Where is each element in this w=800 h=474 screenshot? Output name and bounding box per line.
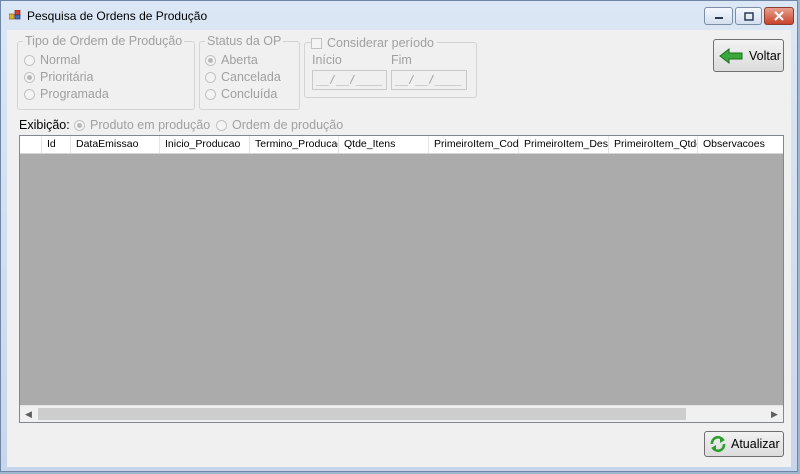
voltar-button[interactable]: Voltar xyxy=(713,39,784,72)
radio-cancelada-label: Cancelada xyxy=(221,70,281,84)
fim-label: Fim xyxy=(391,53,412,67)
minimize-icon xyxy=(714,17,723,19)
radio-checked-icon xyxy=(24,71,35,83)
radio-aberta[interactable]: Aberta xyxy=(205,53,258,67)
row-header-corner xyxy=(20,136,42,153)
radio-produto-em-producao[interactable]: Produto em produção xyxy=(74,118,210,132)
tipo-ordem-legend: Tipo de Ordem de Produção xyxy=(25,34,183,48)
exibicao-label: Exibição: xyxy=(19,118,70,132)
radio-cancelada[interactable]: Cancelada xyxy=(205,70,281,84)
radio-unchecked-icon xyxy=(24,54,35,66)
form-client-area: Tipo de Ordem de Produção Normal Priorit… xyxy=(7,30,791,467)
radio-programada-label: Programada xyxy=(40,87,109,101)
column-header-primeiroitem-desc[interactable]: PrimeiroItem_Desc xyxy=(519,136,609,153)
title-bar[interactable]: Pesquisa de Ordens de Produção xyxy=(1,1,797,29)
column-header-primeiroitem-qtde[interactable]: PrimeiroItem_Qtde xyxy=(609,136,698,153)
considerar-periodo-label: Considerar período xyxy=(327,36,435,50)
refresh-icon xyxy=(710,435,726,453)
inicio-label: Início xyxy=(312,53,342,67)
results-grid[interactable]: Id DataEmissao Inicio_Producao Termino_P… xyxy=(19,135,784,423)
fim-date-input[interactable]: __/__/____ xyxy=(391,70,467,90)
column-header-qtde-itens[interactable]: Qtde_Itens xyxy=(339,136,429,153)
close-button[interactable] xyxy=(764,7,794,25)
scroll-left-arrow-icon[interactable]: ◀ xyxy=(20,406,37,422)
scroll-right-arrow-icon[interactable]: ▶ xyxy=(766,406,783,422)
radio-unchecked-icon xyxy=(205,88,216,100)
radio-unchecked-icon xyxy=(216,119,227,131)
radio-ordem-de-producao[interactable]: Ordem de produção xyxy=(216,118,343,132)
back-arrow-icon xyxy=(719,47,743,64)
column-header-dataemissao[interactable]: DataEmissao xyxy=(71,136,160,153)
radio-checked-icon xyxy=(74,119,85,131)
radio-unchecked-icon xyxy=(205,71,216,83)
atualizar-button[interactable]: Atualizar xyxy=(704,431,784,457)
radio-produto-label: Produto em produção xyxy=(90,118,211,132)
status-op-legend: Status da OP xyxy=(207,34,282,48)
radio-ordem-label: Ordem de produção xyxy=(232,118,344,132)
maximize-button[interactable] xyxy=(735,7,762,25)
radio-programada[interactable]: Programada xyxy=(24,87,109,101)
radio-aberta-label: Aberta xyxy=(221,53,258,67)
minimize-button[interactable] xyxy=(704,7,733,25)
radio-normal[interactable]: Normal xyxy=(24,53,80,67)
inicio-date-input[interactable]: __/__/____ xyxy=(312,70,387,90)
app-icon xyxy=(9,10,21,20)
column-header-observacoes[interactable]: Observacoes xyxy=(698,136,783,153)
atualizar-label: Atualizar xyxy=(731,437,780,451)
close-icon xyxy=(774,11,784,21)
maximize-icon xyxy=(743,11,754,21)
checkbox-unchecked-icon xyxy=(311,37,322,49)
radio-checked-icon xyxy=(205,54,216,66)
column-header-inicio-producao[interactable]: Inicio_Producao xyxy=(160,136,250,153)
scrollbar-thumb[interactable] xyxy=(38,408,686,420)
radio-concluida[interactable]: Concluída xyxy=(205,87,277,101)
column-header-id[interactable]: Id xyxy=(42,136,71,153)
grid-header: Id DataEmissao Inicio_Producao Termino_P… xyxy=(20,136,783,154)
column-header-primeiroitem-cod[interactable]: PrimeiroItem_Cod xyxy=(429,136,519,153)
radio-prioritaria-label: Prioritária xyxy=(40,70,94,84)
radio-unchecked-icon xyxy=(24,88,35,100)
radio-prioritaria[interactable]: Prioritária xyxy=(24,70,94,84)
considerar-periodo-checkbox[interactable]: Considerar período xyxy=(311,36,438,50)
horizontal-scrollbar[interactable]: ◀ ▶ xyxy=(20,405,783,422)
voltar-label: Voltar xyxy=(749,48,781,63)
radio-normal-label: Normal xyxy=(40,53,81,67)
window-title: Pesquisa de Ordens de Produção xyxy=(27,9,208,23)
column-header-termino-producao[interactable]: Termino_Producao xyxy=(250,136,339,153)
radio-concluida-label: Concluída xyxy=(221,87,278,101)
main-window: Pesquisa de Ordens de Produção Tipo de O… xyxy=(0,0,798,472)
